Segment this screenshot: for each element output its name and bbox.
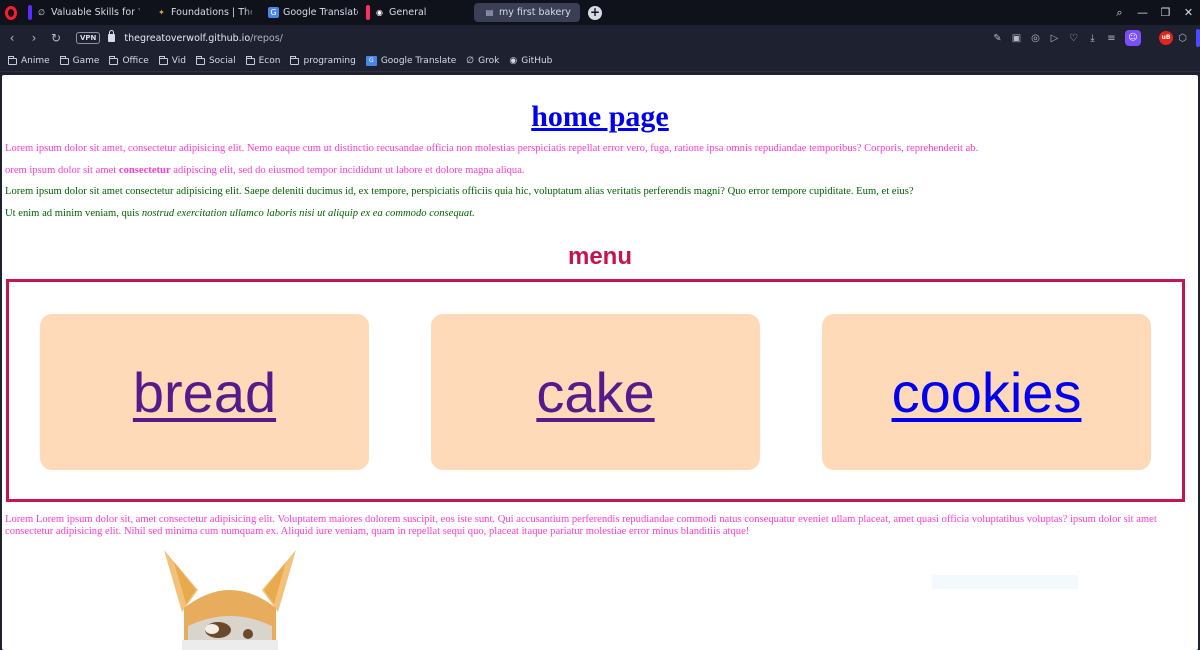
odin-owl-image xyxy=(164,550,296,650)
extensions-cube-icon[interactable]: ⬡ xyxy=(1173,33,1192,44)
tab-google-translate[interactable]: G Google Translate xyxy=(258,3,364,22)
folder-icon xyxy=(109,55,119,65)
lock-icon[interactable] xyxy=(108,30,116,42)
menu-card-cake: cake xyxy=(431,314,760,470)
url-path: /repos/ xyxy=(250,32,283,44)
folder-icon xyxy=(59,55,69,65)
tab-my-first-bakery[interactable]: ▤ my first bakery xyxy=(474,3,580,22)
easy-setup-menu-icon[interactable]: ≡ xyxy=(1102,33,1121,44)
tab-strip: ∅ Valuable Skills for Young A ✦ Foundati… xyxy=(0,0,1200,25)
cookies-link[interactable]: cookies xyxy=(892,360,1082,425)
bookmark-grok[interactable]: ∅ Grok xyxy=(466,56,499,66)
camera-icon[interactable]: ▣ xyxy=(1007,33,1026,44)
address-bar: ‹ › ↻ VPN thegreatoverwolf.github.io/rep… xyxy=(0,25,1200,51)
ublock-extension-icon[interactable]: uB xyxy=(1159,31,1173,45)
bookmark-folder-programing[interactable]: programing xyxy=(290,55,356,66)
bookmark-folder-social[interactable]: Social xyxy=(195,55,236,66)
folder-icon xyxy=(8,55,17,65)
tab-title: my first bakery xyxy=(499,7,571,18)
intro-paragraph-3: Lorem ipsum dolor sit amet consectetur a… xyxy=(5,186,914,197)
bookmark-folder-anime[interactable]: Anime xyxy=(8,55,50,66)
bookmark-folder-office[interactable]: Office xyxy=(109,55,149,66)
close-icon[interactable]: ✕ xyxy=(1177,6,1200,19)
tab-title: Valuable Skills for Young A xyxy=(51,7,140,18)
tab-odin-project[interactable]: ✦ Foundations | The Odin Pr xyxy=(146,3,258,22)
bookmark-label: Vid xyxy=(171,56,186,66)
github-icon: ◉ xyxy=(376,8,383,17)
reload-icon[interactable]: ↻ xyxy=(46,31,66,45)
bookmark-label: Anime xyxy=(21,56,50,66)
vpn-badge[interactable]: VPN xyxy=(76,32,101,44)
tab-title: Foundations | The Odin Pr xyxy=(171,7,252,18)
tab-island-marker xyxy=(28,5,32,20)
google-translate-icon: G xyxy=(365,56,377,66)
new-tab-plus-icon[interactable]: + xyxy=(588,5,602,20)
intro-paragraph-4: Ut enim ad minim veniam, quis nostrud ex… xyxy=(5,208,475,219)
tab-title: General xyxy=(389,7,427,18)
minimize-icon[interactable]: — xyxy=(1131,6,1154,19)
forward-arrow-icon[interactable]: › xyxy=(24,31,44,45)
bookmark-label: Office xyxy=(122,56,149,66)
address-bar-tools: ✎ ▣ ◎ ▷ ♡ ⤓ ≡ ☺ uB ⬡ xyxy=(988,25,1200,51)
google-translate-icon: G xyxy=(268,7,279,18)
home-page-link[interactable]: home page xyxy=(2,100,1198,134)
bookmark-label: Game xyxy=(72,56,100,66)
page-document-icon: ▤ xyxy=(485,8,494,17)
sidebar-accent xyxy=(1196,29,1200,47)
site-favicon-icon: ∅ xyxy=(38,8,45,17)
odin-favicon-icon: ✦ xyxy=(158,8,165,17)
tab-title: Google Translate xyxy=(283,7,358,18)
menu-card-cookies: cookies xyxy=(822,314,1151,470)
tab-valuable-skills[interactable]: ∅ Valuable Skills for Young A xyxy=(26,3,146,22)
url-field[interactable]: thegreatoverwolf.github.io/repos/ xyxy=(124,33,282,44)
faint-overlay-box xyxy=(932,575,1078,589)
shield-icon[interactable]: ◎ xyxy=(1026,33,1045,44)
bookmarks-bar: Anime Game Office Vid Social Econ progra… xyxy=(0,51,1200,72)
profile-icon[interactable]: ☺ xyxy=(1125,30,1141,46)
url-host: thegreatoverwolf.github.io xyxy=(124,32,251,44)
browser-viewport: home page Lorem ipsum dolor sit amet, co… xyxy=(0,72,1200,650)
window-controls: ⌕ — ❐ ✕ xyxy=(1108,0,1200,25)
opera-logo-icon xyxy=(5,5,17,20)
folder-icon xyxy=(158,55,168,65)
italic-phrase: nostrud exercitation ullamco laboris nis… xyxy=(141,208,475,219)
footer-paragraph: Lorem Lorem ipsum dolor sit, amet consec… xyxy=(5,514,1157,537)
opera-menu-button[interactable] xyxy=(0,0,22,25)
play-icon[interactable]: ▷ xyxy=(1045,33,1064,44)
bookmark-github[interactable]: ◉ GitHub xyxy=(509,56,552,66)
bookmark-folder-econ[interactable]: Econ xyxy=(245,55,281,66)
menu-heading: menu xyxy=(567,243,632,270)
heart-icon[interactable]: ♡ xyxy=(1064,33,1083,44)
download-icon[interactable]: ⤓ xyxy=(1083,33,1102,44)
menu-container: bread cake cookies xyxy=(6,279,1185,502)
cake-link[interactable]: cake xyxy=(536,360,654,425)
back-arrow-icon[interactable]: ‹ xyxy=(2,31,22,45)
bookmark-google-translate[interactable]: G Google Translate xyxy=(365,56,457,66)
web-page: home page Lorem ipsum dolor sit amet, co… xyxy=(2,75,1198,650)
bookmark-label: Google Translate xyxy=(380,56,457,66)
bookmark-label: Social xyxy=(208,56,236,66)
folder-icon xyxy=(245,55,255,65)
bookmark-label: GitHub xyxy=(521,56,553,66)
menu-card-bread: bread xyxy=(40,314,369,470)
search-tabs-icon[interactable]: ⌕ xyxy=(1108,6,1131,20)
bookmark-label: programing xyxy=(303,56,356,66)
bookmark-label: Econ xyxy=(258,56,281,66)
bookmark-label: Grok xyxy=(478,56,500,66)
folder-icon xyxy=(290,55,300,65)
bread-link[interactable]: bread xyxy=(133,360,276,425)
folder-icon xyxy=(195,55,205,65)
intro-paragraph-1: Lorem ipsum dolor sit amet, consectetur … xyxy=(5,143,979,154)
tab-island-marker xyxy=(366,5,370,20)
bold-word: consectetur xyxy=(118,165,171,176)
restore-icon[interactable]: ❐ xyxy=(1154,6,1177,19)
bookmark-folder-game[interactable]: Game xyxy=(59,55,100,66)
bookmark-folder-vid[interactable]: Vid xyxy=(158,55,186,66)
tab-general[interactable]: ◉ General xyxy=(364,3,474,22)
edit-icon[interactable]: ✎ xyxy=(988,33,1007,44)
github-icon: ◉ xyxy=(509,56,518,66)
intro-paragraph-2: orem ipsum dolor sit amet consectetur ad… xyxy=(5,165,525,176)
grok-icon: ∅ xyxy=(466,56,475,66)
